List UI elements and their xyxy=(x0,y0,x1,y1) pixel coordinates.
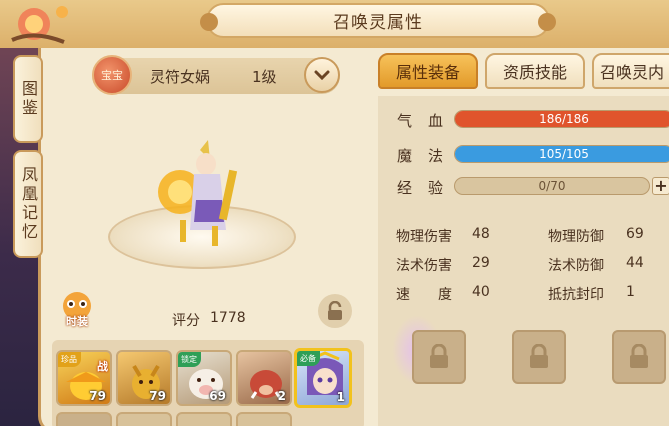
exp-label-1: 经 xyxy=(397,179,413,197)
lock-button[interactable] xyxy=(318,294,352,328)
unlock-icon xyxy=(328,301,342,320)
hp-label-1: 气 xyxy=(397,112,413,130)
tab-summon-inner[interactable]: 召唤灵内 xyxy=(592,53,669,89)
pet-slot-level: 79 xyxy=(89,389,106,403)
pet-slot-6[interactable] xyxy=(56,412,112,426)
attr-physical-defense-label: 物理防御 xyxy=(548,229,604,245)
chevron-down-icon xyxy=(314,70,330,80)
attr-magic-damage-label: 法术伤害 xyxy=(396,258,452,274)
pet-slot-5-selected[interactable]: 必备 1 xyxy=(294,348,352,408)
pet-slot-level: 1 xyxy=(336,390,345,404)
pet-slot-4[interactable]: 2 xyxy=(236,350,292,406)
pet-list-dropdown-button[interactable] xyxy=(304,57,340,93)
lock-icon xyxy=(630,344,648,368)
pet-slot-level: 2 xyxy=(277,389,286,403)
attr-magic-damage-value: 29 xyxy=(472,255,490,271)
side-tab-atlas[interactable]: 图鉴 xyxy=(13,55,43,143)
scroll-end-left xyxy=(200,13,218,31)
title-bar: 召唤灵属性 xyxy=(200,3,556,38)
hp-bar: 186/186 xyxy=(454,110,669,128)
equipment-slot-1[interactable] xyxy=(412,330,466,384)
pet-slot-3[interactable]: 锁定 69 xyxy=(176,350,232,406)
in-battle-marker: 战 xyxy=(97,360,108,373)
attr-speed-value: 40 xyxy=(472,284,490,300)
mp-bar: 105/105 xyxy=(454,145,669,163)
pet-slot-7[interactable] xyxy=(116,412,172,426)
pet-slot-9[interactable] xyxy=(236,412,292,426)
pet-name: 灵符女娲 xyxy=(150,68,211,86)
equipment-slot-3[interactable] xyxy=(612,330,666,384)
mp-label-1: 魔 xyxy=(397,147,413,165)
pet-type-badge: 宝宝 xyxy=(92,55,132,95)
pet-slot-2[interactable]: 79 xyxy=(116,350,172,406)
side-tab-phoenix-memory[interactable]: 凤凰记忆 xyxy=(13,150,43,258)
pet-slot-level: 79 xyxy=(149,389,166,403)
mp-value: 105/105 xyxy=(539,147,589,161)
attr-seal-resist-label: 抵抗封印 xyxy=(548,287,604,303)
attr-magic-defense-label: 法术防御 xyxy=(548,258,604,274)
attr-seal-resist-value: 1 xyxy=(626,284,635,300)
exp-label-2: 验 xyxy=(428,179,444,197)
attr-speed-label: 速 度 xyxy=(396,287,452,303)
page-title: 召唤灵属性 xyxy=(333,13,423,33)
hp-value: 186/186 xyxy=(539,112,589,126)
tab-attributes-equipment[interactable]: 属性装备 xyxy=(378,53,478,89)
equipment-slot-2[interactable] xyxy=(512,330,566,384)
exp-bar: 0/70 xyxy=(454,177,650,195)
lock-icon xyxy=(530,344,548,368)
add-exp-button[interactable]: + xyxy=(652,177,669,195)
attr-magic-defense-value: 44 xyxy=(626,255,644,271)
pet-model[interactable] xyxy=(150,130,250,250)
pet-slot-8[interactable] xyxy=(176,412,232,426)
attr-physical-defense-value: 69 xyxy=(626,226,644,242)
rarity-ribbon: 珍品 xyxy=(58,352,81,367)
attr-physical-damage-value: 48 xyxy=(472,226,490,242)
lock-icon xyxy=(430,344,448,368)
pet-level: 1级 xyxy=(252,68,277,86)
status-ribbon: 锁定 xyxy=(178,352,201,367)
pet-slot-level: 69 xyxy=(209,389,226,403)
mp-label-2: 法 xyxy=(428,147,444,165)
pet-slot-1[interactable]: 珍品 战 79 xyxy=(56,350,112,406)
exp-value: 0/70 xyxy=(538,179,566,193)
hp-label-2: 血 xyxy=(428,112,444,130)
tab-aptitude-skills[interactable]: 资质技能 xyxy=(485,53,585,89)
flower-ornament-icon xyxy=(11,6,68,44)
score-value: 1778 xyxy=(210,310,246,326)
status-ribbon: 必备 xyxy=(297,351,320,366)
score-label: 评分 xyxy=(172,313,200,329)
attr-physical-damage-label: 物理伤害 xyxy=(396,229,452,245)
costume-label: 时装 xyxy=(66,315,88,328)
scroll-end-right xyxy=(538,13,556,31)
